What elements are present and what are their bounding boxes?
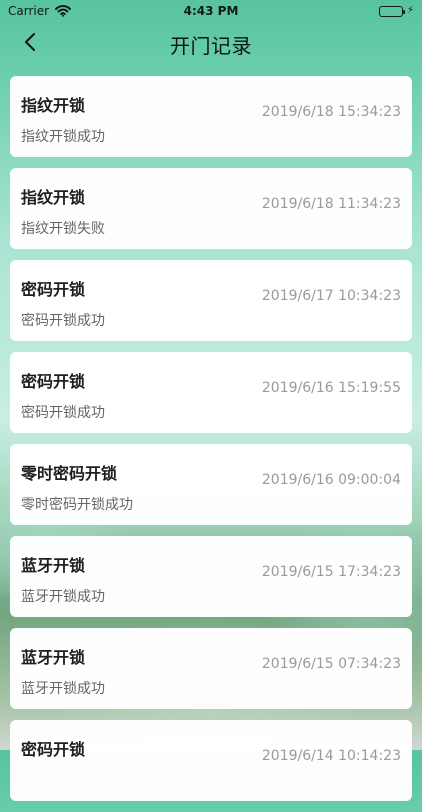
- page-title: 开门记录: [170, 34, 252, 58]
- record-status: 蓝牙开锁成功: [21, 589, 105, 605]
- battery-icon: [378, 5, 405, 17]
- record-time: 2019/6/15 17:34:23: [261, 564, 401, 580]
- record-time: 2019/6/17 10:34:23: [261, 288, 401, 304]
- charging-bolt-icon: ⚡: [406, 5, 414, 16]
- record-status: 蓝牙开锁成功: [21, 681, 105, 697]
- unlock-records-list: 指纹开锁 指纹开锁成功 2019/6/18 15:34:23 指纹开锁 指纹开锁…: [10, 76, 412, 812]
- status-time: 4:43 PM: [183, 4, 239, 18]
- record-card[interactable]: 密码开锁 2019/6/14 10:14:23: [10, 720, 412, 801]
- record-card[interactable]: 指纹开锁 指纹开锁成功 2019/6/18 15:34:23: [10, 76, 412, 157]
- record-card[interactable]: 蓝牙开锁 蓝牙开锁成功 2019/6/15 17:34:23: [10, 536, 412, 617]
- status-left: Carrier: [8, 4, 72, 18]
- wifi-icon: [55, 5, 72, 17]
- record-card[interactable]: 密码开锁 密码开锁成功 2019/6/17 10:34:23: [10, 260, 412, 341]
- record-time: 2019/6/18 15:34:23: [261, 104, 401, 120]
- navigation-bar: 开门记录: [0, 22, 422, 66]
- record-status: 指纹开锁失败: [21, 221, 105, 237]
- record-time: 2019/6/14 10:14:23: [261, 748, 401, 764]
- record-status: 密码开锁成功: [21, 313, 105, 329]
- record-status: 指纹开锁成功: [21, 129, 105, 145]
- record-card[interactable]: 密码开锁 密码开锁成功 2019/6/16 15:19:55: [10, 352, 412, 433]
- record-card[interactable]: 指纹开锁 指纹开锁失败 2019/6/18 11:34:23: [10, 168, 412, 249]
- record-status: 密码开锁成功: [21, 405, 105, 421]
- record-time: 2019/6/16 15:19:55: [261, 380, 401, 396]
- record-time: 2019/6/15 07:34:23: [261, 656, 401, 672]
- carrier-label: Carrier: [8, 4, 50, 18]
- record-card[interactable]: 零时密码开锁 零时密码开锁成功 2019/6/16 09:00:04: [10, 444, 412, 525]
- status-right: ⚡: [378, 5, 414, 17]
- record-time: 2019/6/16 09:00:04: [261, 472, 401, 488]
- record-status: 零时密码开锁成功: [21, 497, 133, 513]
- status-bar: Carrier 4:43 PM ⚡: [0, 0, 422, 22]
- record-time: 2019/6/18 11:34:23: [261, 196, 401, 212]
- record-card[interactable]: 蓝牙开锁 蓝牙开锁成功 2019/6/15 07:34:23: [10, 628, 412, 709]
